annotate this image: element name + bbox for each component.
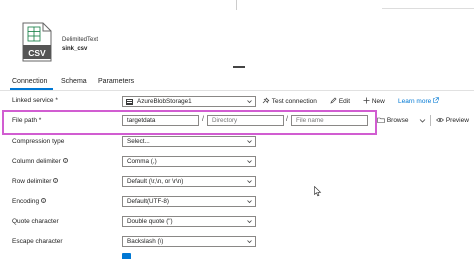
escape-character-select[interactable]: Backslash (\) <box>122 236 256 247</box>
external-link-icon <box>433 97 439 103</box>
linked-service-select[interactable]: AzureBlobStorage1 <box>122 96 256 107</box>
panel-resize-handle[interactable] <box>233 66 245 68</box>
tab-divider <box>0 90 474 91</box>
column-delimiter-label: Column delimiter i <box>12 158 68 165</box>
folder-icon <box>377 117 385 123</box>
chevron-down-icon <box>247 240 252 244</box>
info-icon[interactable]: i <box>41 198 47 203</box>
pencil-icon <box>330 97 337 104</box>
chevron-down-icon <box>247 220 252 224</box>
eye-icon <box>436 117 444 123</box>
toolbar-separator <box>430 115 431 126</box>
filename-input[interactable]: File name <box>291 115 368 126</box>
directory-input[interactable]: Directory <box>207 115 284 126</box>
preview-button[interactable]: Preview <box>436 117 469 124</box>
file-path-label: File path * <box>12 117 42 124</box>
plus-icon <box>363 97 370 104</box>
encoding-select[interactable]: Default(UTF-8) <box>122 196 256 207</box>
encoding-label: Encoding i <box>12 198 47 205</box>
browse-chevron-down-icon[interactable] <box>419 118 426 124</box>
quote-character-select[interactable]: Double quote (") <box>122 216 256 227</box>
toolbar-edge <box>382 8 474 9</box>
quote-character-label: Quote character <box>12 218 59 225</box>
compression-type-select[interactable]: Select... <box>122 136 256 147</box>
escape-character-label: Escape character <box>12 238 63 245</box>
chevron-down-icon <box>247 200 252 204</box>
row-delimiter-label: Row delimiter i <box>12 178 59 185</box>
panel-divider <box>236 0 237 10</box>
tab-schema[interactable]: Schema <box>61 78 87 85</box>
info-icon[interactable]: i <box>62 158 68 163</box>
new-button[interactable]: New <box>363 97 385 105</box>
info-icon[interactable]: i <box>53 178 59 183</box>
test-connection-button[interactable]: Test connection <box>262 97 317 105</box>
tab-parameters[interactable]: Parameters <box>98 78 134 85</box>
dataset-name: sink_csv <box>62 46 88 52</box>
column-delimiter-select[interactable]: Comma (,) <box>122 156 256 167</box>
tab-connection[interactable]: Connection <box>12 78 47 85</box>
compression-type-label: Compression type <box>12 138 65 145</box>
learn-more-link[interactable]: Learn more <box>398 97 439 105</box>
storage-icon <box>126 99 133 105</box>
edit-button[interactable]: Edit <box>330 97 350 105</box>
chevron-down-icon <box>247 100 252 104</box>
path-separator: / <box>202 116 204 123</box>
chevron-down-icon <box>247 140 252 144</box>
first-row-header-checkbox[interactable] <box>122 253 131 259</box>
browse-button[interactable]: Browse <box>377 117 409 124</box>
dataset-type-label: DelimitedText <box>62 37 99 43</box>
path-separator: / <box>286 116 288 123</box>
container-input[interactable]: targetdata <box>122 115 199 126</box>
row-delimiter-select[interactable]: Default (\r,\n, or \r\n) <box>122 176 256 187</box>
svg-text:CSV: CSV <box>28 48 46 58</box>
chevron-down-icon <box>247 160 252 164</box>
chevron-down-icon <box>247 180 252 184</box>
plug-icon <box>262 97 270 104</box>
linked-service-label: Linked service * <box>12 97 58 104</box>
mouse-cursor-icon <box>314 186 322 197</box>
csv-file-icon: CSV <box>22 22 52 62</box>
